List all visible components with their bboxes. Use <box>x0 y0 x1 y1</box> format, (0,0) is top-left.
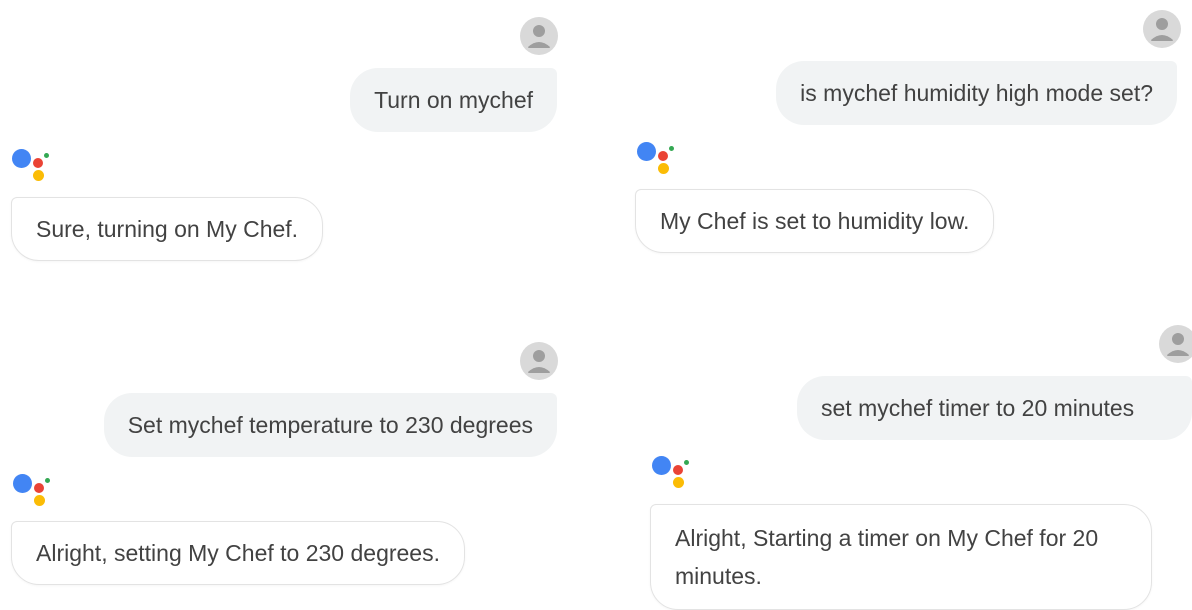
assistant-reply-bubble: Sure, turning on My Chef. <box>11 197 324 261</box>
conversation-panel-4: set mychef timer to 20 minutes Alright, … <box>596 300 1192 610</box>
assistant-reply-bubble: My Chef is set to humidity low. <box>635 189 995 253</box>
user-avatar-icon <box>520 17 558 55</box>
conversation-panel-3: Set mychef temperature to 230 degrees Al… <box>0 300 596 601</box>
conversation-panel-2: is mychef humidity high mode set? My Che… <box>596 0 1192 300</box>
conversation-panel-1: Turn on mychef Sure, turning on My Chef. <box>0 0 596 300</box>
google-assistant-icon <box>12 149 52 185</box>
google-assistant-icon <box>652 456 692 492</box>
user-avatar-icon <box>1143 10 1181 48</box>
user-message-bubble: set mychef timer to 20 minutes <box>797 376 1192 440</box>
assistant-reply-bubble: Alright, setting My Chef to 230 degrees. <box>11 521 465 585</box>
user-message-bubble: Set mychef temperature to 230 degrees <box>103 393 557 457</box>
user-message-bubble: is mychef humidity high mode set? <box>776 61 1177 125</box>
assistant-reply-bubble: Alright, Starting a timer on My Chef for… <box>650 504 1152 610</box>
user-message-bubble: Turn on mychef <box>350 68 557 132</box>
user-avatar-icon <box>520 342 558 380</box>
google-assistant-icon <box>637 142 677 178</box>
user-avatar-icon <box>1159 325 1192 363</box>
google-assistant-icon <box>13 474 53 510</box>
